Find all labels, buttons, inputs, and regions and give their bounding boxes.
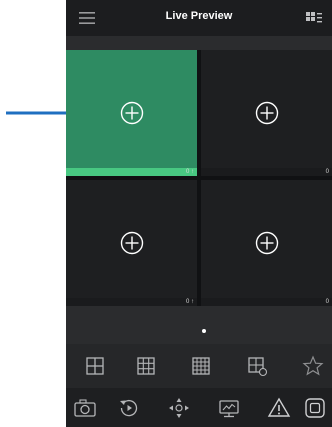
page-dot[interactable]: [202, 329, 206, 333]
cell-status-bar: 0: [201, 298, 332, 306]
cell-status-bar: 0 ↑: [66, 168, 197, 176]
layout-bar: [66, 344, 332, 388]
add-circle-icon[interactable]: [255, 101, 279, 125]
add-circle-icon[interactable]: [120, 231, 144, 255]
cell-status-bar: 0: [201, 168, 332, 176]
cell-status-bar: 0 ↑: [66, 298, 197, 306]
channel-cell-2[interactable]: 0: [201, 50, 332, 176]
cell-stat: 0: [325, 169, 329, 175]
channel-cell-1[interactable]: 0 ↑: [66, 50, 197, 176]
page-indicator-area: [66, 306, 332, 344]
grid-list-icon[interactable]: [306, 11, 322, 25]
layout-9-icon[interactable]: [133, 353, 159, 379]
header-strip: [66, 36, 332, 50]
display-quality-icon[interactable]: [216, 395, 242, 421]
bottom-toolbar: [66, 388, 332, 427]
top-bar: Live Preview: [66, 0, 332, 36]
add-circle-icon[interactable]: [255, 231, 279, 255]
playback-icon[interactable]: [116, 395, 142, 421]
cell-stat: 0 ↑: [185, 299, 194, 305]
cell-stat: 0 ↑: [185, 169, 194, 175]
layout-16-icon[interactable]: [188, 353, 214, 379]
phone-screen: Live Preview 0 ↑ 0 0 ↑ 0: [66, 0, 332, 427]
fullscreen-icon[interactable]: [302, 395, 328, 421]
channel-cell-3[interactable]: 0 ↑: [66, 180, 197, 306]
layout-4-icon[interactable]: [82, 353, 108, 379]
live-view-grid: 0 ↑ 0 0 ↑ 0: [66, 50, 332, 306]
add-circle-icon[interactable]: [120, 101, 144, 125]
alarm-warning-icon[interactable]: [266, 395, 292, 421]
layout-custom-icon[interactable]: [244, 353, 270, 379]
snapshot-camera-icon[interactable]: [72, 395, 98, 421]
ptz-direction-icon[interactable]: [166, 395, 192, 421]
page-title: Live Preview: [165, 10, 233, 22]
channel-cell-4[interactable]: 0: [201, 180, 332, 306]
favorite-star-icon[interactable]: [300, 353, 326, 379]
cell-stat: 0: [325, 299, 329, 305]
